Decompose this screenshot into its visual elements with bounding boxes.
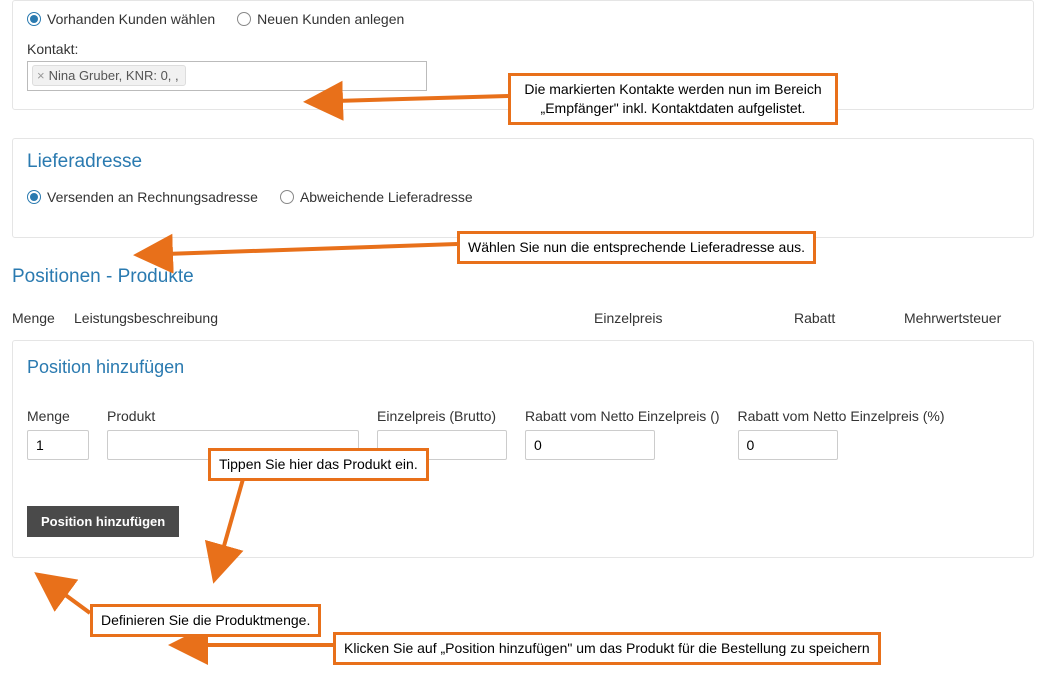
positionen-header-row: Menge Leistungsbeschreibung Einzelpreis … — [12, 310, 1034, 326]
callout-kontakt: Die markierten Kontakte werden nun im Be… — [508, 73, 838, 125]
callout-produkt: Tippen Sie hier das Produkt ein. — [208, 448, 429, 481]
label-menge: Menge — [27, 408, 89, 424]
label-rabatt-abs: Rabatt vom Netto Einzelpreis () — [525, 408, 720, 424]
callout-menge: Definieren Sie die Produktmenge. — [90, 604, 321, 637]
liefer-title: Lieferadresse — [27, 151, 1019, 173]
input-menge[interactable] — [27, 430, 89, 460]
kontakt-tag-text: Nina Gruber, KNR: 0, , — [49, 68, 179, 83]
callout-button: Klicken Sie auf „Position hinzufügen" um… — [333, 632, 881, 665]
panel-positionen: Positionen - Produkte Menge Leistungsbes… — [12, 266, 1034, 558]
radio-new-label: Neuen Kunden anlegen — [257, 11, 404, 27]
input-rabatt-pct[interactable] — [738, 430, 838, 460]
close-icon[interactable]: × — [37, 68, 45, 83]
radio-other-label: Abweichende Lieferadresse — [300, 189, 473, 205]
label-einzelpreis: Einzelpreis (Brutto) — [377, 408, 507, 424]
radio-new-customer[interactable]: Neuen Kunden anlegen — [237, 11, 404, 27]
radio-existing-customer[interactable]: Vorhanden Kunden wählen — [27, 11, 215, 27]
add-position-box: Position hinzufügen Menge Produkt Einzel… — [12, 340, 1034, 558]
field-rabatt-abs: Rabatt vom Netto Einzelpreis () — [525, 408, 720, 460]
label-rabatt-pct: Rabatt vom Netto Einzelpreis (%) — [738, 408, 945, 424]
input-rabatt-abs[interactable] — [525, 430, 655, 460]
field-menge: Menge — [27, 408, 89, 460]
col-header-rabatt: Rabatt — [794, 310, 904, 326]
radio-existing-label: Vorhanden Kunden wählen — [47, 11, 215, 27]
col-header-desc: Leistungsbeschreibung — [74, 310, 594, 326]
radio-billing-address[interactable]: Versenden an Rechnungsadresse — [27, 189, 258, 205]
kontakt-label: Kontakt: — [27, 41, 1019, 57]
positionen-title: Positionen - Produkte — [12, 266, 1034, 288]
kontakt-input[interactable]: × Nina Gruber, KNR: 0, , — [27, 61, 427, 91]
field-rabatt-pct: Rabatt vom Netto Einzelpreis (%) — [738, 408, 945, 460]
radio-new-input[interactable] — [237, 12, 251, 26]
col-header-menge: Menge — [12, 310, 74, 326]
add-position-title: Position hinzufügen — [27, 357, 1019, 378]
col-header-vat: Mehrwertsteuer — [904, 310, 1034, 326]
radio-other-address[interactable]: Abweichende Lieferadresse — [280, 189, 473, 205]
add-position-button[interactable]: Position hinzufügen — [27, 506, 179, 537]
radio-billing-label: Versenden an Rechnungsadresse — [47, 189, 258, 205]
radio-existing-input[interactable] — [27, 12, 41, 26]
kontakt-tag[interactable]: × Nina Gruber, KNR: 0, , — [32, 65, 186, 86]
liefer-radios: Versenden an Rechnungsadresse Abweichend… — [27, 189, 1019, 205]
label-produkt: Produkt — [107, 408, 359, 424]
panel-lieferadresse: Lieferadresse Versenden an Rechnungsadre… — [12, 138, 1034, 238]
radio-billing-input[interactable] — [27, 190, 41, 204]
col-header-price: Einzelpreis — [594, 310, 794, 326]
callout-liefer: Wählen Sie nun die entsprechende Liefera… — [457, 231, 816, 264]
radio-other-input[interactable] — [280, 190, 294, 204]
add-position-form-row: Menge Produkt Einzelpreis (Brutto) Rabat… — [27, 408, 1019, 460]
customer-type-radios: Vorhanden Kunden wählen Neuen Kunden anl… — [27, 11, 1019, 27]
